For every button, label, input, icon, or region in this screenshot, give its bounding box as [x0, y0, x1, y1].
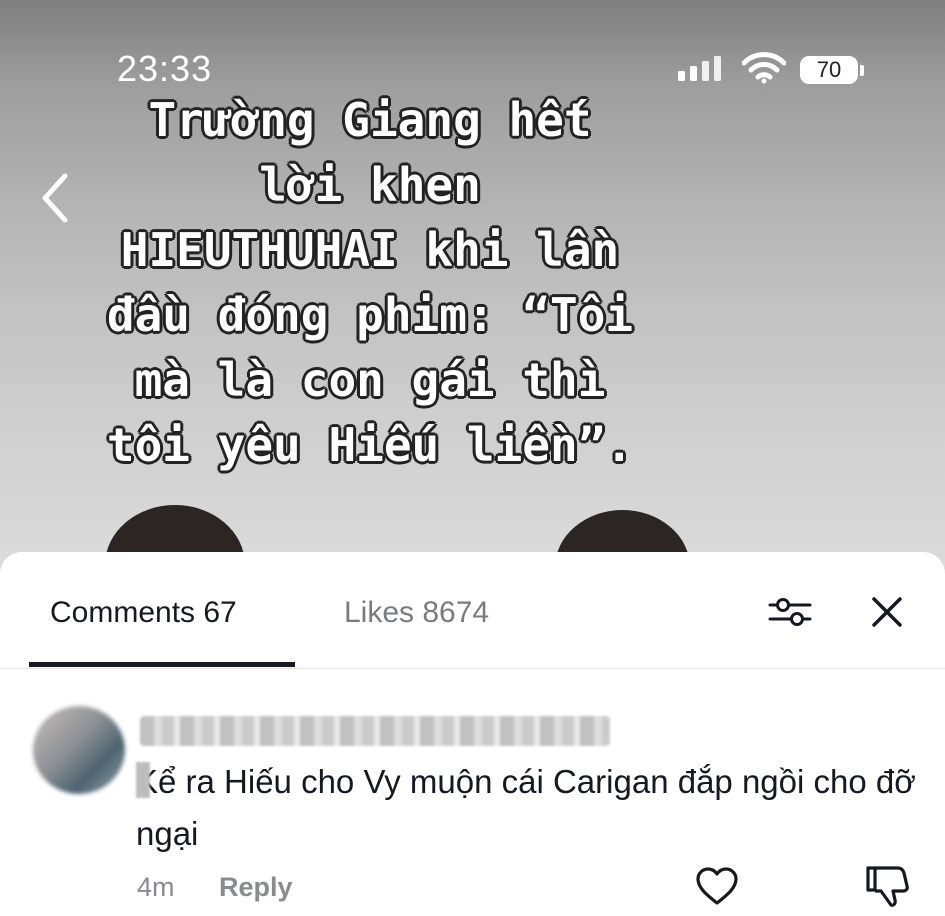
- status-time: 23:33: [117, 48, 213, 89]
- tab-likes[interactable]: Likes 8674: [344, 596, 489, 630]
- heart-icon[interactable]: [695, 866, 739, 906]
- close-icon[interactable]: [871, 596, 903, 628]
- wifi-icon: [742, 52, 786, 84]
- caption-line: Trường Giang hết: [148, 93, 592, 147]
- username-blurred[interactable]: [140, 716, 610, 746]
- battery-icon: 70: [800, 56, 866, 86]
- caption-line: đầu đóng phim: “Tôi: [106, 288, 634, 342]
- avatar[interactable]: [33, 706, 125, 794]
- active-tab-indicator: [29, 662, 295, 667]
- thumbs-down-icon[interactable]: [864, 862, 910, 908]
- pixelated-area: [136, 762, 150, 798]
- battery-level: 70: [816, 57, 842, 82]
- video-caption: Trường Giang hết lời khen HIEUTHUHAI khi…: [40, 88, 700, 478]
- filter-sliders-icon[interactable]: [768, 595, 812, 629]
- comment-text: Kể ra Hiếu cho Vy muộn cái Carigan đắp n…: [136, 763, 916, 852]
- tab-comments[interactable]: Comments 67: [50, 596, 237, 630]
- reply-button[interactable]: Reply: [219, 872, 293, 903]
- comment-timestamp: 4m: [137, 872, 175, 902]
- caption-line: lời khen: [259, 158, 481, 212]
- caption-line: HIEUTHUHAI khi lần: [120, 223, 620, 277]
- divider: [0, 668, 945, 669]
- caption-line: tôi yêu Hiếu liền”.: [106, 418, 634, 472]
- caption-line: mà là con gái thì: [134, 353, 606, 407]
- signal-icon: [678, 56, 721, 81]
